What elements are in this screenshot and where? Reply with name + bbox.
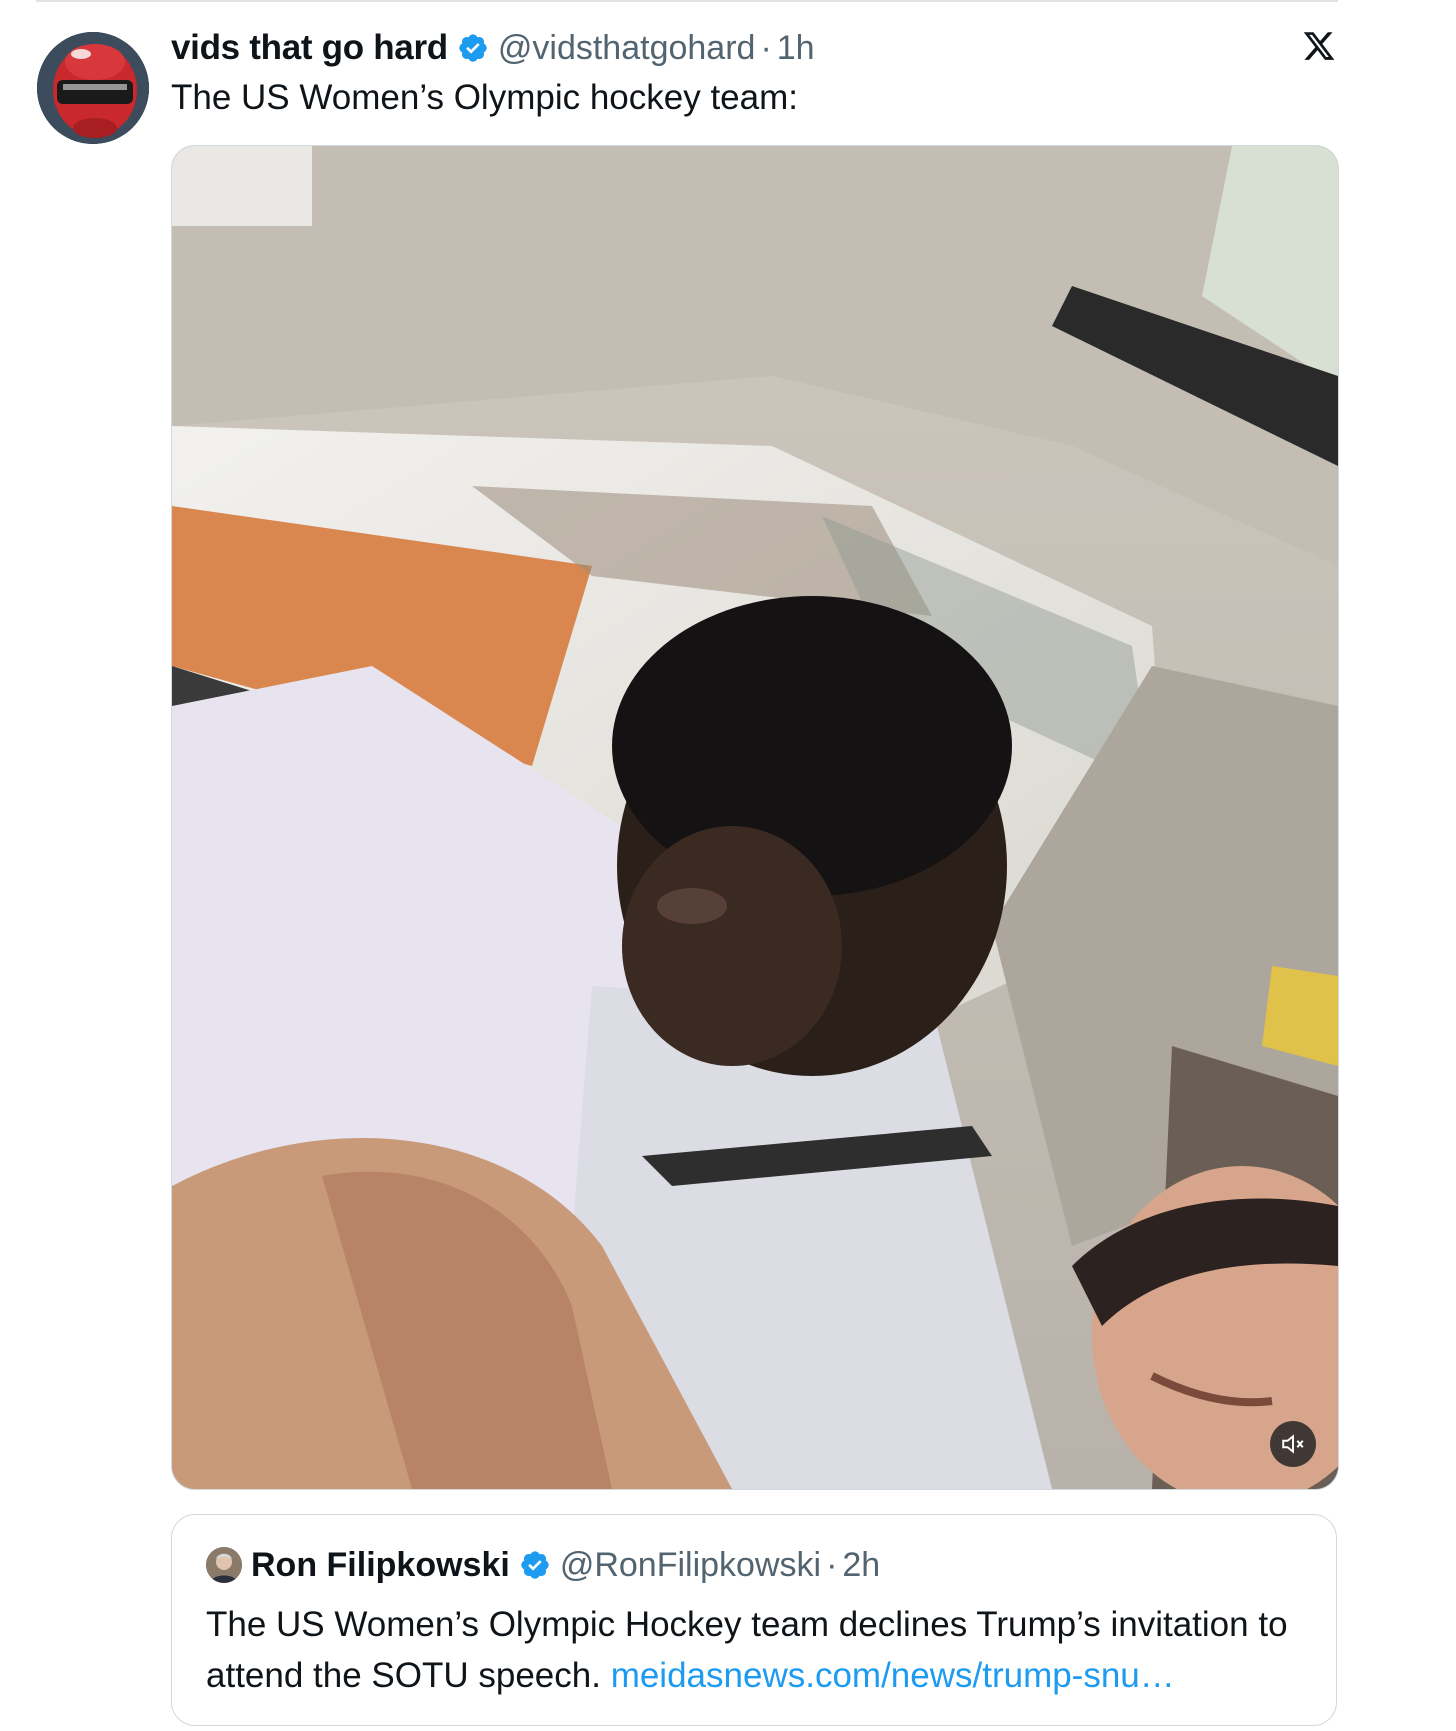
verified-badge-icon [519,1549,551,1581]
mute-toggle-button[interactable] [1270,1421,1316,1467]
x-logo-icon[interactable] [1302,28,1336,64]
author-display-name[interactable]: vids that go hard [171,28,448,68]
video-player[interactable] [171,145,1339,1490]
tweet-timestamp[interactable]: 1h [777,29,815,68]
avatar-helmet-image [37,32,149,144]
top-divider [36,0,1338,2]
quoted-author-display-name[interactable]: Ron Filipkowski [251,1546,510,1585]
meta-separator: · [760,28,772,67]
quoted-tweet-timestamp[interactable]: 2h [842,1546,880,1585]
video-frame-image [172,146,1338,1489]
quoted-tweet-card[interactable]: Ron Filipkowski @RonFilipkowski · 2h The… [171,1514,1337,1726]
quoted-author-handle[interactable]: @RonFilipkowski [560,1546,821,1585]
tweet-text: The US Women’s Olympic hockey team: [171,78,798,117]
author-handle[interactable]: @vidsthatgohard [498,29,756,68]
quoted-tweet-link[interactable]: meidasnews.com/news/trump-snu… [611,1656,1175,1695]
meta-separator: · [826,1545,838,1584]
quoted-author-avatar[interactable] [206,1547,242,1583]
speaker-muted-icon [1282,1434,1304,1454]
quoted-tweet-text: The US Women’s Olympic Hockey team decli… [206,1599,1316,1701]
verified-badge-icon [457,32,489,64]
author-avatar[interactable] [37,32,149,144]
quoted-tweet-header: Ron Filipkowski @RonFilipkowski · 2h [206,1543,880,1587]
tweet-header: vids that go hard @vidsthatgohard · 1h [171,26,815,70]
